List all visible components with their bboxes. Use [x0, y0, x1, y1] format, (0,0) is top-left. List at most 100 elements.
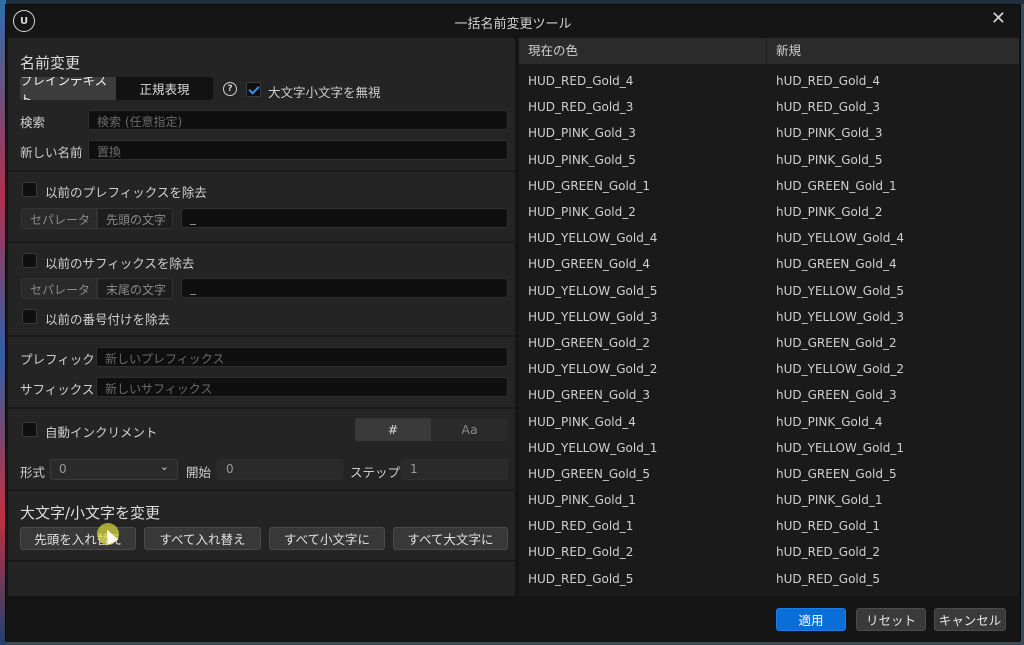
table-row[interactable]: HUD_RED_Gold_3 hUD_RED_Gold_3	[519, 94, 1019, 120]
increment-style-toggle: # Aa	[355, 418, 508, 441]
current-name-cell: HUD_PINK_Gold_4	[528, 414, 636, 429]
title-bar: U 一括名前変更ツール ✕	[6, 5, 1020, 37]
new-name-cell: hUD_YELLOW_Gold_1	[776, 440, 905, 455]
current-name-cell: HUD_PINK_Gold_5	[528, 152, 636, 167]
new-name-cell: hUD_PINK_Gold_2	[776, 205, 883, 220]
suffix-label: サフィックス	[20, 382, 95, 397]
current-name-cell: HUD_RED_Gold_4	[528, 74, 634, 89]
table-row[interactable]: HUD_RED_Gold_2 hUD_RED_Gold_2	[519, 539, 1019, 565]
format-value: 0	[59, 462, 67, 476]
new-name-cell: hUD_GREEN_Gold_3	[776, 388, 897, 403]
format-dropdown[interactable]: 0 ⌄	[50, 459, 178, 480]
prefix-separator-input[interactable]: _	[181, 208, 508, 228]
table-row[interactable]: HUD_YELLOW_Gold_3 hUD_YELLOW_Gold_3	[519, 304, 1019, 330]
search-input[interactable]: 検索 (任意指定)	[88, 110, 508, 130]
new-name-cell: hUD_PINK_Gold_5	[776, 152, 883, 167]
all-uppercase-button[interactable]: すべて大文字に	[393, 527, 508, 550]
current-name-cell: HUD_GREEN_Gold_3	[528, 388, 651, 403]
divider	[8, 170, 515, 172]
current-name-cell: HUD_YELLOW_Gold_3	[528, 309, 658, 324]
table-row[interactable]: HUD_YELLOW_Gold_2 hUD_YELLOW_Gold_2	[519, 356, 1019, 382]
ignore-case-checkbox[interactable]	[246, 82, 261, 97]
suffix-trailing-chars-option[interactable]: 末尾の文字	[97, 278, 173, 299]
column-header-new[interactable]: 新規	[767, 38, 801, 64]
rename-section-title: 名前変更	[20, 54, 81, 72]
suffix-separator-input[interactable]: _	[181, 278, 508, 298]
new-name-cell: hUD_RED_Gold_1	[776, 519, 881, 534]
current-name-cell: HUD_YELLOW_Gold_4	[528, 231, 658, 246]
remove-suffix-checkbox[interactable]	[22, 253, 37, 268]
current-name-cell: HUD_RED_Gold_2	[528, 545, 634, 560]
remove-prefix-checkbox[interactable]	[22, 182, 37, 197]
current-name-cell: HUD_GREEN_Gold_2	[528, 335, 651, 350]
current-name-cell: HUD_PINK_Gold_1	[528, 493, 636, 508]
prefix-separator-option[interactable]: セパレータ	[21, 208, 97, 229]
new-name-cell: hUD_PINK_Gold_1	[776, 493, 883, 508]
table-row[interactable]: HUD_YELLOW_Gold_5 hUD_YELLOW_Gold_5	[519, 278, 1019, 304]
apply-button[interactable]: 適用	[776, 608, 846, 631]
close-icon[interactable]: ✕	[991, 8, 1006, 29]
new-name-input[interactable]: 置換	[88, 140, 508, 160]
window-title: 一括名前変更ツール	[454, 17, 572, 32]
table-row[interactable]: HUD_PINK_Gold_1 hUD_PINK_Gold_1	[519, 487, 1019, 513]
case-section-title: 大文字/小文字を変更	[20, 504, 161, 522]
table-row[interactable]: HUD_GREEN_Gold_4 hUD_GREEN_Gold_4	[519, 251, 1019, 277]
preview-table: 現在の色 新規 HUD_RED_Gold_4 hUD_RED_Gold_4 HUD_…	[519, 38, 1019, 596]
prefix-leading-chars-option[interactable]: 先頭の文字	[97, 208, 173, 229]
table-row[interactable]: HUD_GREEN_Gold_5 hUD_GREEN_Gold_5	[519, 461, 1019, 487]
table-row[interactable]: HUD_PINK_Gold_4 hUD_PINK_Gold_4	[519, 408, 1019, 434]
all-lowercase-button[interactable]: すべて小文字に	[269, 527, 385, 550]
suffix-input[interactable]: 新しいサフィックス	[96, 377, 508, 397]
increment-hash-option[interactable]: #	[355, 418, 431, 441]
new-name-cell: hUD_RED_Gold_2	[776, 545, 881, 560]
step-input[interactable]: 1	[401, 459, 508, 480]
divider	[8, 335, 515, 337]
table-row[interactable]: HUD_GREEN_Gold_1 hUD_GREEN_Gold_1	[519, 173, 1019, 199]
divider	[8, 489, 515, 491]
current-name-cell: HUD_GREEN_Gold_5	[528, 466, 651, 481]
auto-increment-checkbox[interactable]	[22, 422, 37, 437]
table-row[interactable]: HUD_YELLOW_Gold_1 hUD_YELLOW_Gold_1	[519, 435, 1019, 461]
current-name-cell: HUD_RED_Gold_1	[528, 519, 634, 534]
mode-regex-button[interactable]: 正規表現	[116, 77, 213, 100]
current-name-cell: HUD_PINK_Gold_3	[528, 126, 636, 141]
column-header-current[interactable]: 現在の色	[519, 38, 767, 64]
help-icon[interactable]: ?	[223, 82, 237, 96]
swap-all-case-button[interactable]: すべて入れ替え	[144, 527, 261, 550]
new-name-cell: hUD_GREEN_Gold_2	[776, 335, 897, 350]
chevron-down-icon: ⌄	[159, 460, 169, 473]
new-name-cell: hUD_YELLOW_Gold_3	[776, 309, 905, 324]
cancel-button[interactable]: キャンセル	[934, 608, 1006, 631]
table-row[interactable]: HUD_PINK_Gold_5 hUD_PINK_Gold_5	[519, 147, 1019, 173]
table-row[interactable]: HUD_PINK_Gold_3 hUD_PINK_Gold_3	[519, 120, 1019, 146]
divider	[8, 407, 515, 409]
mode-plain-text-button[interactable]: プレインテキスト	[20, 77, 116, 100]
current-name-cell: HUD_RED_Gold_3	[528, 100, 634, 115]
reset-button[interactable]: リセット	[856, 608, 926, 631]
current-name-cell: HUD_YELLOW_Gold_5	[528, 283, 658, 298]
table-row[interactable]: HUD_YELLOW_Gold_4 hUD_YELLOW_Gold_4	[519, 225, 1019, 251]
new-name-cell: hUD_GREEN_Gold_5	[776, 466, 897, 481]
table-row[interactable]: HUD_RED_Gold_5 hUD_RED_Gold_5	[519, 566, 1019, 592]
remove-numbering-label: 以前の番号付けを除去	[45, 312, 171, 327]
remove-prefix-label: 以前のプレフィックスを除去	[45, 185, 207, 200]
new-name-cell: hUD_PINK_Gold_3	[776, 126, 883, 141]
remove-numbering-checkbox[interactable]	[22, 309, 37, 324]
start-input[interactable]: 0	[217, 459, 343, 480]
table-row[interactable]: HUD_RED_Gold_1 hUD_RED_Gold_1	[519, 513, 1019, 539]
increment-alpha-option[interactable]: Aa	[431, 418, 508, 441]
table-row[interactable]: HUD_PINK_Gold_2 hUD_PINK_Gold_2	[519, 199, 1019, 225]
table-header: 現在の色 新規	[519, 38, 1019, 64]
current-name-cell: HUD_GREEN_Gold_1	[528, 178, 651, 193]
new-name-label: 新しい名前	[20, 145, 83, 160]
table-row[interactable]: HUD_GREEN_Gold_2 hUD_GREEN_Gold_2	[519, 330, 1019, 356]
table-row[interactable]: HUD_GREEN_Gold_3 hUD_GREEN_Gold_3	[519, 382, 1019, 408]
current-name-cell: HUD_YELLOW_Gold_2	[528, 362, 658, 377]
dialog-footer: 適用 リセット キャンセル	[6, 597, 1020, 642]
current-name-cell: HUD_RED_Gold_5	[528, 571, 634, 586]
step-label: ステップ	[350, 465, 401, 480]
suffix-separator-option[interactable]: セパレータ	[21, 278, 97, 299]
new-name-cell: hUD_GREEN_Gold_1	[776, 178, 897, 193]
prefix-input[interactable]: 新しいプレフィックス	[96, 347, 508, 367]
table-row[interactable]: HUD_RED_Gold_4 hUD_RED_Gold_4	[519, 68, 1019, 94]
